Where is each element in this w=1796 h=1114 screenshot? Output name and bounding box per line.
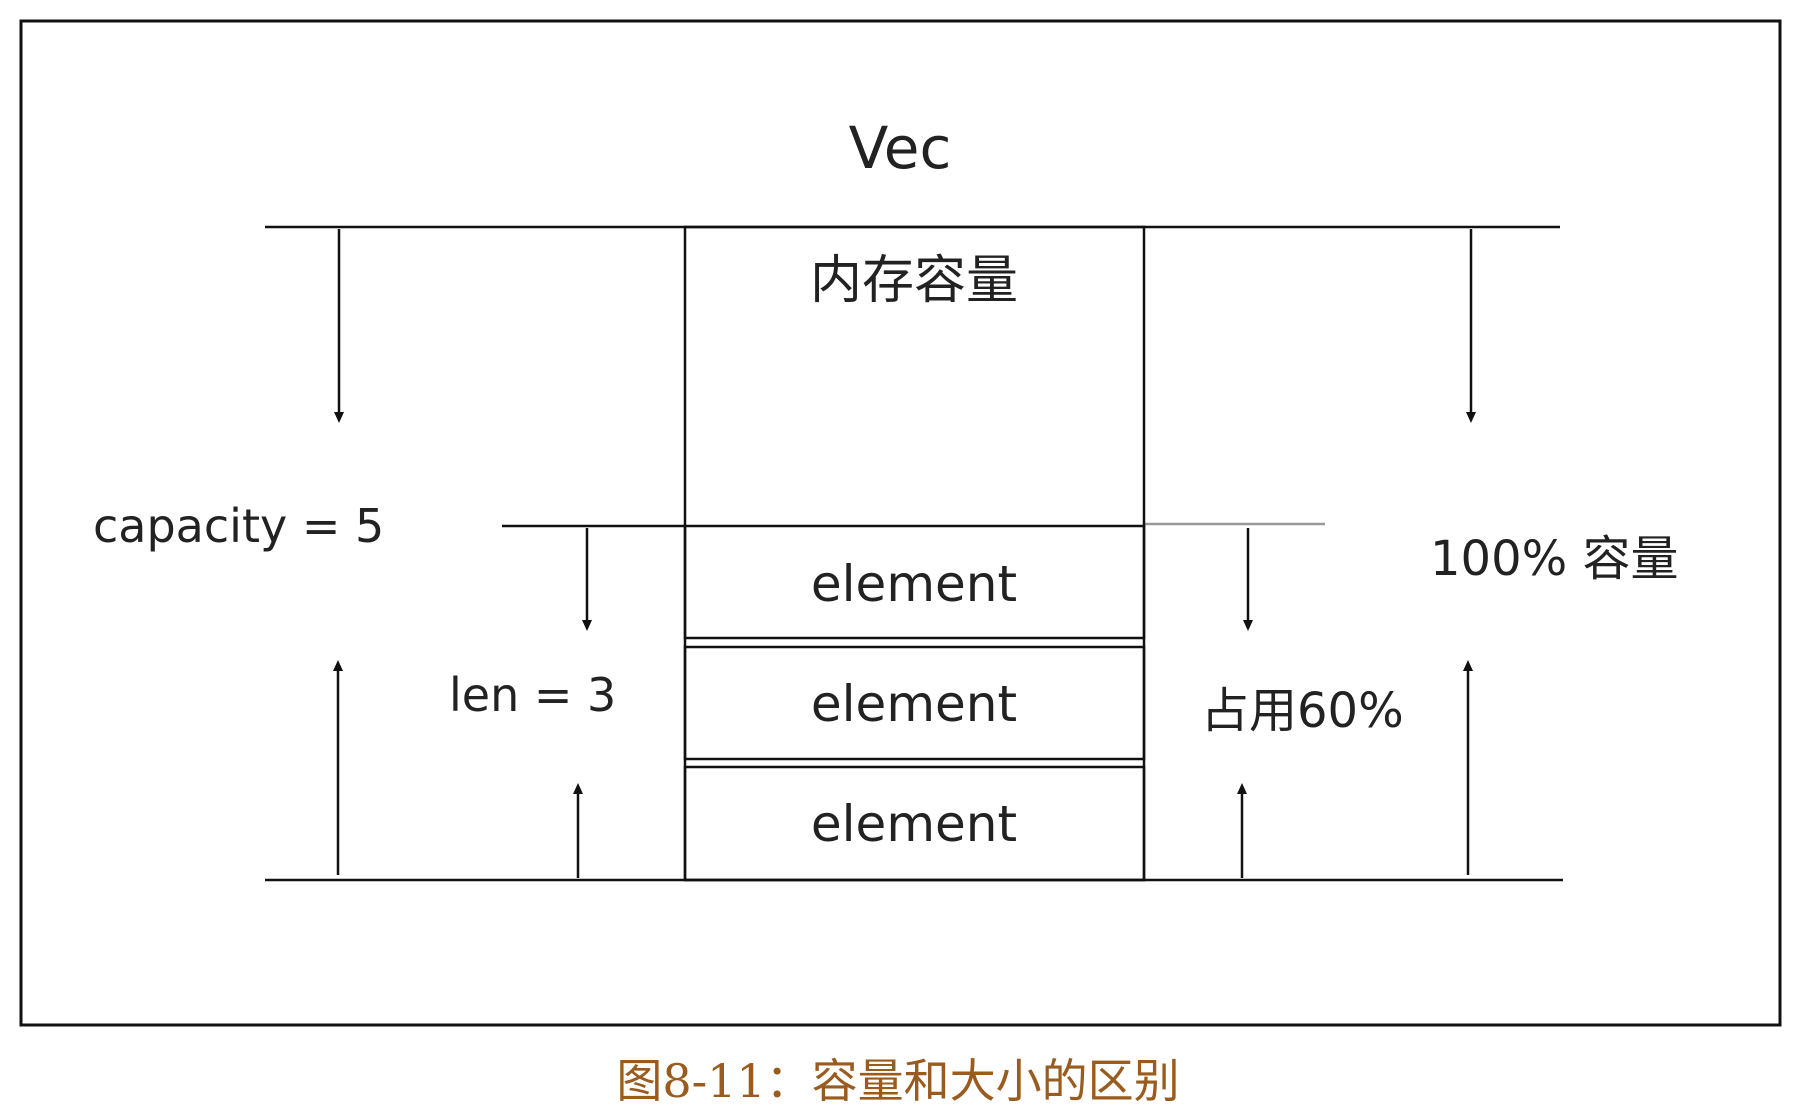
memory-capacity-box [683, 225, 1146, 882]
full-capacity-label: 100% 容量 [1430, 531, 1679, 587]
len-label: len = 3 [449, 668, 616, 722]
element-label: element [811, 795, 1017, 853]
figure-caption: 图8-11：容量和大小的区别 [616, 1054, 1179, 1108]
vec-capacity-diagram: Vec 内存容量 element element element capacit… [19, 19, 1782, 1108]
used-percentage-label: 占用60% [1201, 683, 1404, 739]
diagram-title: Vec [849, 114, 952, 182]
element-label: element [811, 555, 1017, 613]
memory-capacity-label: 内存容量 [810, 251, 1018, 311]
element-label: element [811, 675, 1017, 733]
capacity-label: capacity = 5 [93, 499, 384, 553]
